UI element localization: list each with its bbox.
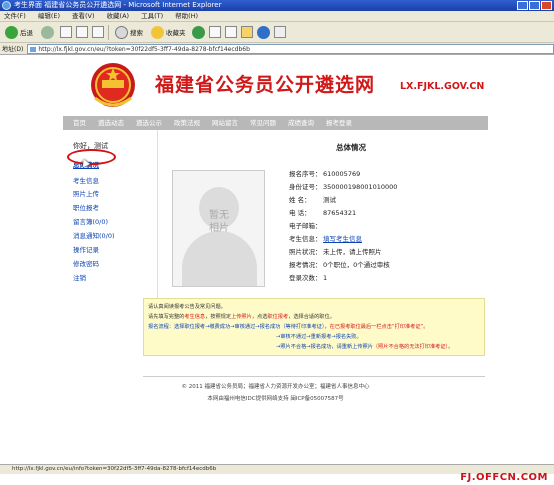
research-icon[interactable] <box>273 26 286 38</box>
photo-placeholder: 暂无相片 <box>172 170 265 287</box>
nav-login[interactable]: 报考登录 <box>320 116 358 130</box>
nav-guestbook[interactable]: 网站留言 <box>206 116 244 130</box>
info-row-photo: 照片状况： 未上传，请上传照片 <box>289 248 382 256</box>
notice-line-4: →审核不通过→重新报考→报名失败。 <box>276 334 362 340</box>
menu-view[interactable]: 查看(V) <box>72 11 95 21</box>
info-row-email: 电子邮箱： <box>289 222 322 230</box>
avatar-body-icon <box>182 231 257 286</box>
nav-news[interactable]: 遴选动态 <box>92 116 130 130</box>
sidebar-item-messages[interactable]: 消息通知(0/0) <box>73 230 115 240</box>
favorites-label: 收藏夹 <box>166 29 186 37</box>
window-controls <box>517 1 552 10</box>
mail-icon[interactable] <box>208 26 221 38</box>
history-icon[interactable] <box>191 25 205 39</box>
stop-icon[interactable] <box>60 26 72 38</box>
photo-placeholder-text: 暂无相片 <box>209 210 229 234</box>
close-button[interactable] <box>541 1 552 10</box>
fill-candidate-info-link[interactable]: 填写考生信息 <box>323 235 362 243</box>
search-label: 搜索 <box>130 29 143 37</box>
minimize-button[interactable] <box>517 1 528 10</box>
info-row-applications: 报考情况： 0个职位，0个通过审核 <box>289 261 390 269</box>
notice-line-3: 报名流程：选择职位报考→缴费成功→审核通过→报名成功（等待打印准考证），在已报考… <box>148 324 429 330</box>
address-label: 地址(D) <box>2 46 24 53</box>
notice-line-2: 请先填写完整的考生信息，按照规定上传照片，点选职位报考，选择合适的职位。 <box>148 314 335 320</box>
refresh-icon[interactable] <box>76 26 88 38</box>
red-highlight-circle <box>67 149 116 165</box>
print-icon[interactable] <box>224 26 237 38</box>
window-title: 考生界面 福建省公务员公开遴选网 - Microsoft Internet Ex… <box>14 1 222 9</box>
maximize-button[interactable] <box>529 1 540 10</box>
notice-line-1: 请认真阅读报考公告及常见问题。 <box>148 304 226 310</box>
sidebar-item-operation-log[interactable]: 操作记录 <box>73 244 99 254</box>
site-banner: 福建省公务员公开遴选网 LX.FJKL.GOV.CN <box>63 56 488 116</box>
back-arrow-icon <box>5 25 18 39</box>
menu-tools[interactable]: 工具(T) <box>141 11 163 21</box>
favorites-button[interactable]: 收藏夹 <box>149 24 188 41</box>
footer-copyright: © 2011 福建省公务员局；福建省人力资源开发办公室；福建省人事信息中心 <box>181 384 370 390</box>
sidebar-item-change-password[interactable]: 修改密码 <box>73 258 99 268</box>
national-emblem-icon <box>91 63 135 107</box>
folder-icon[interactable] <box>240 26 253 38</box>
window-titlebar: 考生界面 福建省公务员公开遴选网 - Microsoft Internet Ex… <box>0 0 554 11</box>
notice-candidate-info-link[interactable]: 考生信息 <box>184 314 205 320</box>
site-title: 福建省公务员公开遴选网 <box>155 74 376 96</box>
footer-divider <box>143 376 485 377</box>
forward-button[interactable] <box>39 24 56 41</box>
back-button[interactable]: 后退 <box>3 24 35 41</box>
notice-upload-photo-link[interactable]: 上传照片 <box>231 314 252 320</box>
nav-public-notice[interactable]: 遴选公示 <box>130 116 168 130</box>
notice-box: 请认真阅读报考公告及常见问题。 请先填写完整的考生信息，按照规定上传照片，点选职… <box>143 298 485 356</box>
nav-policies[interactable]: 政策法规 <box>168 116 206 130</box>
info-row-phone: 电 话： 87654321 <box>289 209 357 217</box>
home-icon[interactable] <box>92 26 104 38</box>
sidebar-item-guestbook[interactable]: 留言簿(0/0) <box>73 216 108 226</box>
address-input[interactable]: http://lx.fjkl.gov.cn/eu/?token=30f22df5… <box>27 43 554 54</box>
menu-help[interactable]: 帮助(H) <box>175 11 198 21</box>
menu-favorites[interactable]: 收藏(A) <box>107 11 130 21</box>
nav-scores[interactable]: 成绩查询 <box>282 116 320 130</box>
address-bar: 地址(D) http://lx.fjkl.gov.cn/eu/?token=30… <box>0 43 554 55</box>
sidebar-item-logout[interactable]: 注销 <box>73 272 86 282</box>
search-button[interactable]: 搜索 <box>113 24 145 41</box>
menu-file[interactable]: 文件(F) <box>4 11 26 21</box>
info-row-name: 姓 名： 测试 <box>289 196 336 204</box>
info-row-id: 身份证号： 350000198001010000 <box>289 183 398 191</box>
sidebar-item-candidate-info[interactable]: 考生信息 <box>73 175 99 185</box>
info-row-candidate-info: 考生信息： 填写考生信息 <box>289 235 362 243</box>
toolbar-separator <box>108 24 109 40</box>
sidebar-item-apply-position[interactable]: 职位报考 <box>73 202 99 212</box>
section-title: 总体情况 <box>336 143 366 152</box>
ie-logo-icon <box>2 1 11 10</box>
footer-icp: 本网由福州电信IDC提供网络支持 闽ICP备05007587号 <box>207 396 344 402</box>
star-icon <box>151 25 164 39</box>
notice-apply-link[interactable]: 职位报考 <box>267 314 288 320</box>
nav-home[interactable]: 首页 <box>67 116 92 130</box>
back-label: 后退 <box>20 29 33 37</box>
site-domain: LX.FJKL.GOV.CN <box>400 81 485 92</box>
menu-edit[interactable]: 编辑(E) <box>38 11 60 21</box>
search-icon <box>115 25 128 39</box>
menu-bar: 文件(F) 编辑(E) 查看(V) 收藏(A) 工具(T) 帮助(H) <box>0 11 554 22</box>
watermark: FJ.OFFCN.COM <box>460 472 548 483</box>
notice-line-5: →照片不合格→报名成功，请重新上传照片（照片不合格的无法打印准考证）。 <box>276 344 454 350</box>
info-row-serial: 报名序号： 610005769 <box>289 170 361 178</box>
nav-faq[interactable]: 常见问题 <box>244 116 282 130</box>
forward-arrow-icon <box>41 25 54 39</box>
site-nav: 首页 遴选动态 遴选公示 政策法规 网站留言 常见问题 成绩查询 报考登录 <box>63 116 488 130</box>
toolbar: 后退 搜索 收藏夹 <box>0 22 554 43</box>
site-container: 福建省公务员公开遴选网 LX.FJKL.GOV.CN 首页 遴选动态 遴选公示 … <box>63 56 488 412</box>
page-viewport: 福建省公务员公开遴选网 LX.FJKL.GOV.CN 首页 遴选动态 遴选公示 … <box>0 56 554 464</box>
messenger-icon[interactable] <box>256 25 270 39</box>
info-row-login-count: 登录次数： 1 <box>289 274 328 282</box>
sidebar-item-photo-upload[interactable]: 照片上传 <box>73 188 99 198</box>
